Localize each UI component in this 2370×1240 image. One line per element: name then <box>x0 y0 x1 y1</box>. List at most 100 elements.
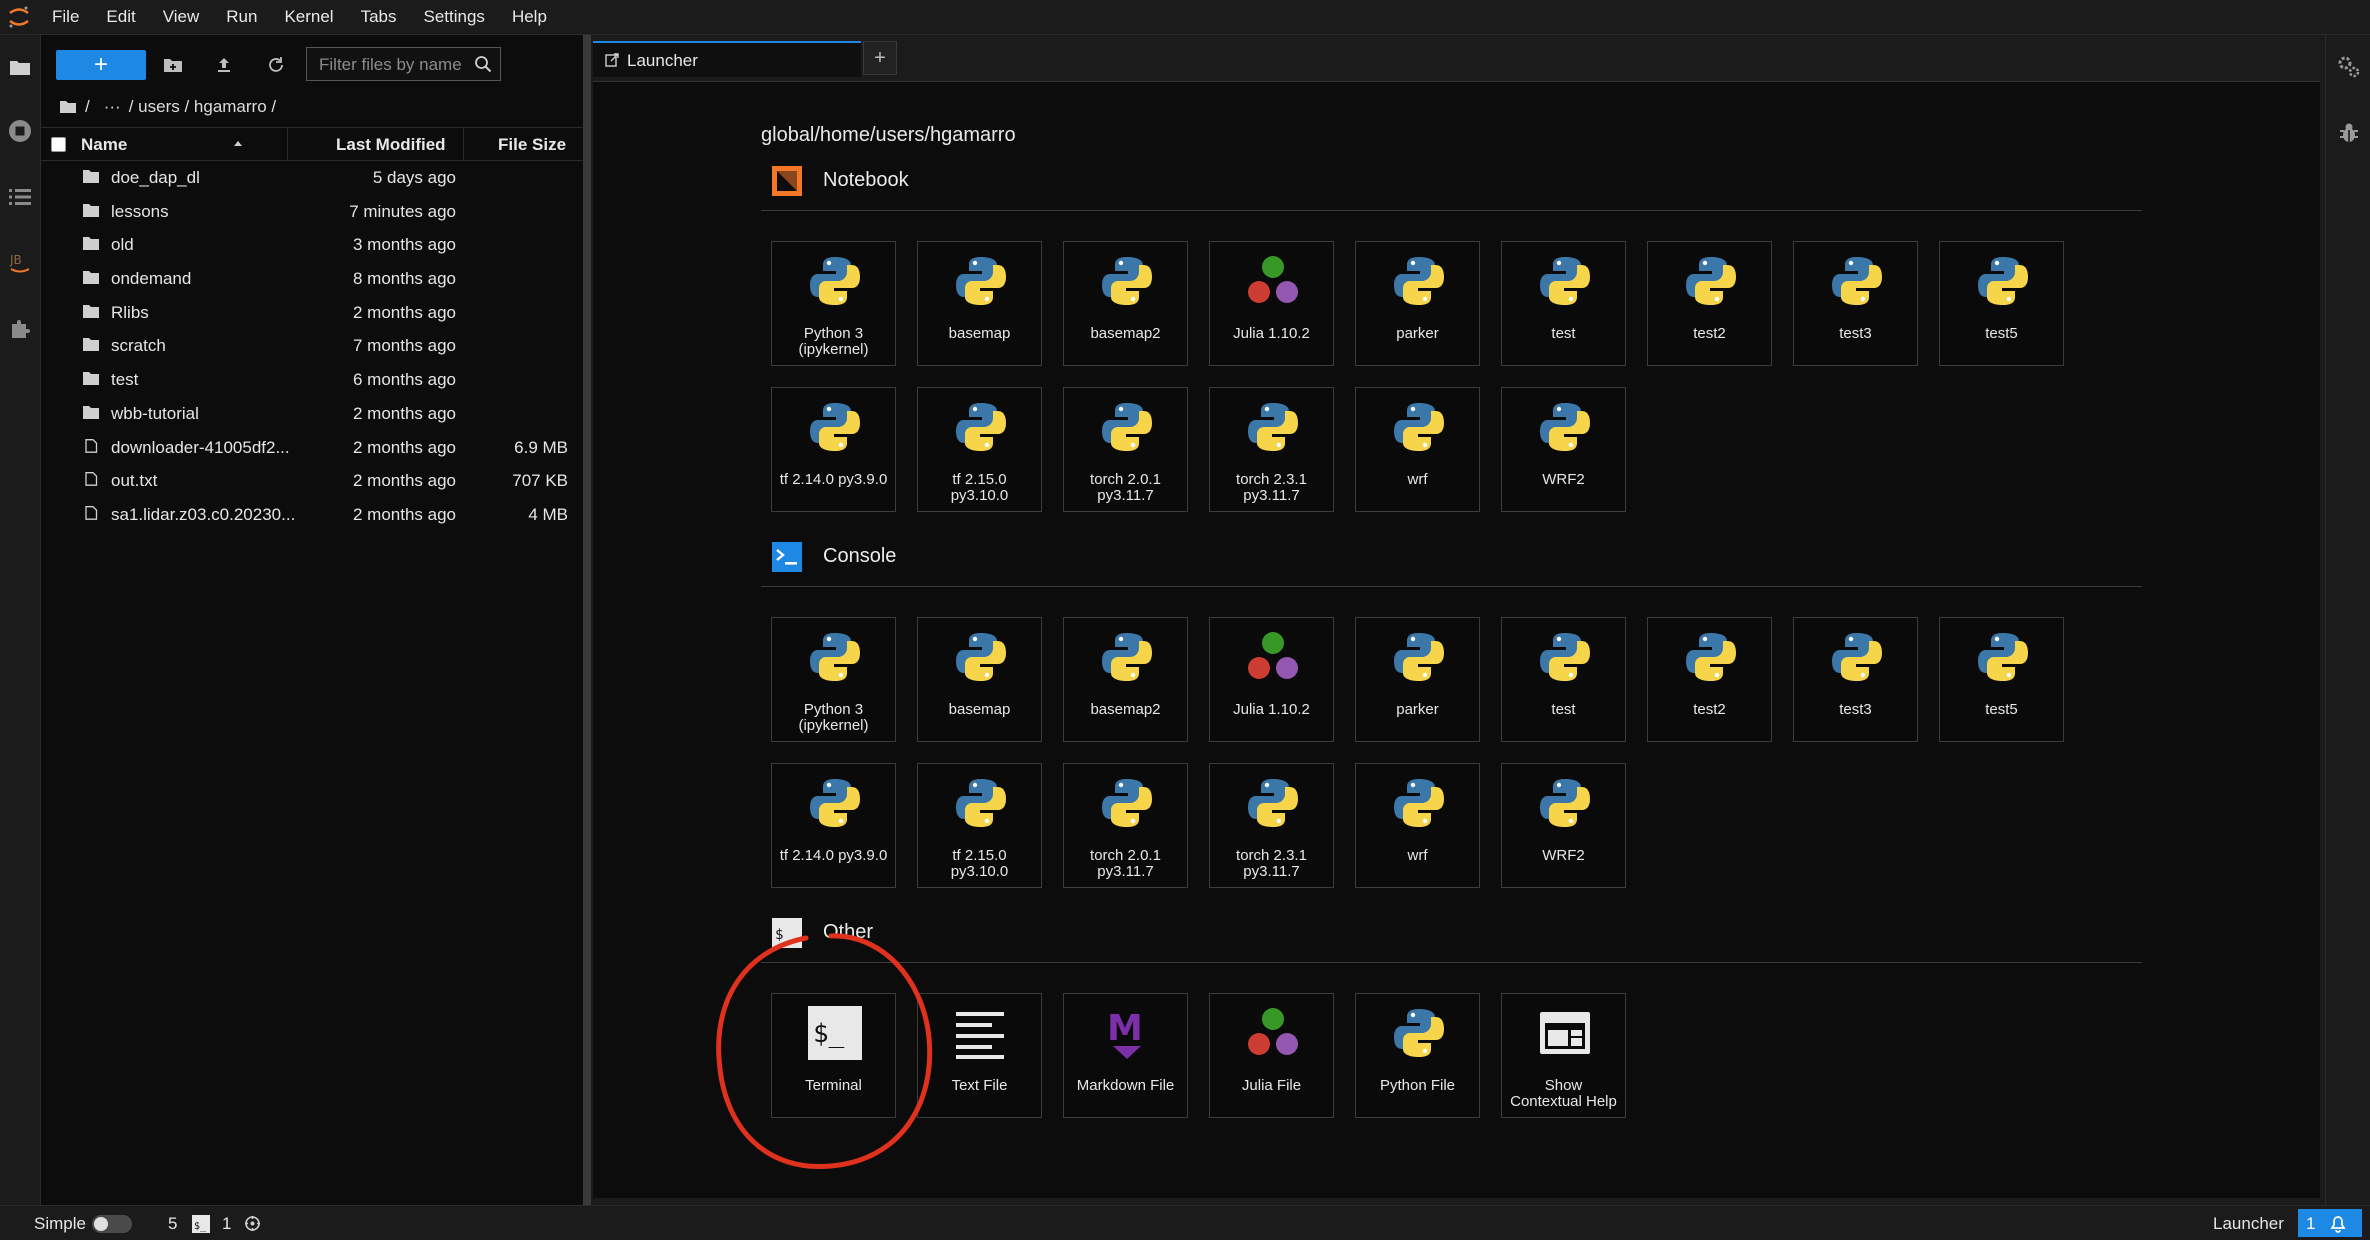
other-launcher-card[interactable]: Show Contextual Help <box>1501 993 1626 1118</box>
console-kernel-card[interactable]: wrf <box>1355 763 1480 888</box>
tab-launcher-label: Launcher <box>627 51 698 70</box>
other-launcher-card[interactable]: Python File <box>1355 993 1480 1118</box>
notebook-kernel-card[interactable]: Python 3 (ipykernel) <box>771 241 896 366</box>
console-kernel-card[interactable]: parker <box>1355 617 1480 742</box>
notebook-kernel-card-label: Julia 1.10.2 <box>1233 325 1310 342</box>
console-kernel-card[interactable]: torch 2.0.1 py3.11.7 <box>1063 763 1188 888</box>
file-icon <box>85 505 98 520</box>
filter-files-field[interactable] <box>306 47 501 81</box>
console-kernel-card[interactable]: basemap2 <box>1063 617 1188 742</box>
notebook-kernel-card[interactable]: test2 <box>1647 241 1772 366</box>
upload-icon[interactable] <box>207 48 241 82</box>
python-icon <box>1976 630 2030 684</box>
console-kernel-card[interactable]: Julia 1.10.2 <box>1209 617 1334 742</box>
file-row[interactable]: Rlibs 2 months ago <box>41 296 583 330</box>
python-icon <box>1976 254 2030 308</box>
menu-tabs[interactable]: Tabs <box>361 0 397 34</box>
notebook-kernel-card[interactable]: test3 <box>1793 241 1918 366</box>
file-row[interactable]: downloader-41005df2... 2 months ago 6.9 MB <box>41 431 583 465</box>
menu-file[interactable]: File <box>52 0 79 34</box>
active-panel-label: Launcher <box>2213 1214 2284 1233</box>
add-tab-button[interactable]: + <box>863 41 897 75</box>
table-of-contents-tab-icon[interactable] <box>6 183 34 211</box>
jupyter-book-tab-icon[interactable]: JB <box>6 249 34 277</box>
console-kernel-card[interactable]: test5 <box>1939 617 2064 742</box>
console-kernel-card[interactable]: torch 2.3.1 py3.11.7 <box>1209 763 1334 888</box>
notifications-button[interactable]: 1 <box>2298 1209 2362 1237</box>
menu-run[interactable]: Run <box>226 0 257 34</box>
panel-splitter[interactable] <box>583 35 591 1205</box>
column-name-header[interactable]: Name <box>81 135 127 155</box>
notebook-kernel-card[interactable]: parker <box>1355 241 1480 366</box>
menu-settings[interactable]: Settings <box>424 0 485 34</box>
other-launcher-card[interactable]: Julia File <box>1209 993 1334 1118</box>
running-sessions-tab-icon[interactable] <box>6 117 34 145</box>
column-size-header[interactable]: File Size <box>498 135 566 155</box>
notebook-kernel-card[interactable]: basemap2 <box>1063 241 1188 366</box>
notebook-kernel-card[interactable]: wrf <box>1355 387 1480 512</box>
select-all-checkbox[interactable] <box>51 137 66 152</box>
notebook-kernel-card[interactable]: test <box>1501 241 1626 366</box>
file-row[interactable]: old 3 months ago <box>41 228 583 262</box>
breadcrumb-root[interactable]: / <box>85 97 90 117</box>
file-row[interactable]: lessons 7 minutes ago <box>41 195 583 229</box>
file-name: lessons <box>111 201 169 221</box>
file-row[interactable]: sa1.lidar.z03.c0.20230... 2 months ago 4 M… <box>41 498 583 532</box>
other-launcher-card[interactable]: M Markdown File <box>1063 993 1188 1118</box>
console-kernel-card[interactable]: tf 2.15.0 py3.10.0 <box>917 763 1042 888</box>
breadcrumb-path[interactable]: / users / hgamarro / <box>129 97 276 117</box>
console-kernel-card[interactable]: tf 2.14.0 py3.9.0 <box>771 763 896 888</box>
console-kernel-card[interactable]: WRF2 <box>1501 763 1626 888</box>
property-inspector-icon[interactable] <box>2337 55 2361 84</box>
menu-edit[interactable]: Edit <box>106 0 135 34</box>
terminal-status-icon[interactable]: $_ <box>192 1215 210 1233</box>
notebook-kernel-card[interactable]: torch 2.3.1 py3.11.7 <box>1209 387 1334 512</box>
terminal-count[interactable]: 1 <box>222 1214 231 1234</box>
menu-view[interactable]: View <box>163 0 200 34</box>
kernel-status-icon[interactable] <box>244 1215 261 1232</box>
filter-files-input[interactable] <box>317 54 471 76</box>
python-icon <box>1392 400 1446 454</box>
console-kernel-card[interactable]: basemap <box>917 617 1042 742</box>
search-icon <box>475 56 492 73</box>
file-row[interactable]: out.txt 2 months ago 707 KB <box>41 464 583 498</box>
extension-manager-tab-icon[interactable] <box>6 315 34 343</box>
breadcrumb-ellipsis[interactable]: ··· <box>104 97 121 117</box>
console-kernel-card[interactable]: test2 <box>1647 617 1772 742</box>
console-kernel-card-label: test <box>1551 701 1576 718</box>
console-kernel-card[interactable]: test3 <box>1793 617 1918 742</box>
notebook-kernel-card[interactable]: tf 2.15.0 py3.10.0 <box>917 387 1042 512</box>
file-row[interactable]: ondemand 8 months ago <box>41 262 583 296</box>
home-folder-icon[interactable] <box>59 100 77 114</box>
debugger-icon[interactable] <box>2337 121 2361 150</box>
python-icon <box>1538 254 1592 308</box>
python-icon <box>808 630 862 684</box>
notebook-kernel-card[interactable]: basemap <box>917 241 1042 366</box>
file-browser-tab-icon[interactable] <box>6 53 34 81</box>
console-kernel-card[interactable]: test <box>1501 617 1626 742</box>
kernel-count[interactable]: 5 <box>168 1214 177 1234</box>
column-modified-header[interactable]: Last Modified <box>336 135 446 155</box>
notebook-kernel-card[interactable]: tf 2.14.0 py3.9.0 <box>771 387 896 512</box>
refresh-icon[interactable] <box>259 48 293 82</box>
simple-mode-toggle[interactable] <box>92 1215 132 1233</box>
file-row[interactable]: wbb-tutorial 2 months ago <box>41 397 583 431</box>
file-row[interactable]: test 6 months ago <box>41 363 583 397</box>
notebook-kernel-card[interactable]: torch 2.0.1 py3.11.7 <box>1063 387 1188 512</box>
console-kernel-card[interactable]: Python 3 (ipykernel) <box>771 617 896 742</box>
notebook-kernel-card[interactable]: test5 <box>1939 241 2064 366</box>
folder-icon <box>83 372 99 386</box>
file-row[interactable]: scratch 7 months ago <box>41 329 583 363</box>
folder-icon <box>83 170 99 183</box>
menu-kernel[interactable]: Kernel <box>284 0 333 34</box>
file-modified: 2 months ago <box>352 471 456 491</box>
python-icon <box>808 400 862 454</box>
notebook-kernel-card[interactable]: Julia 1.10.2 <box>1209 241 1334 366</box>
tab-launcher[interactable]: Launcher <box>593 41 861 77</box>
notebook-kernel-card[interactable]: WRF2 <box>1501 387 1626 512</box>
menu-help[interactable]: Help <box>512 0 547 34</box>
notebook-kernel-card-label: torch 2.0.1 py3.11.7 <box>1090 471 1161 504</box>
file-row[interactable]: doe_dap_dl 5 days ago <box>41 161 583 195</box>
new-launcher-button[interactable]: + <box>56 50 146 80</box>
new-folder-icon[interactable] <box>156 48 190 82</box>
